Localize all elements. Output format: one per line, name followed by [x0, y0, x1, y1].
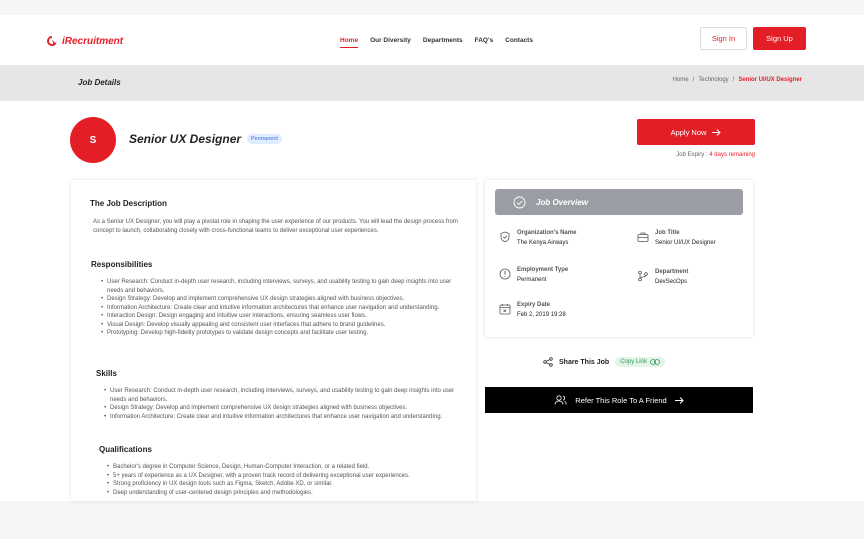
- employment-badge: Permanent: [247, 134, 282, 144]
- job-overview-header: Job Overview: [495, 189, 743, 215]
- job-overview-card: Job Overview Organization's Name The Ken…: [485, 180, 753, 337]
- list-item: User Research: Conduct in-depth user res…: [104, 387, 466, 404]
- arrow-right-icon: [674, 396, 684, 404]
- calendar-icon: [499, 304, 511, 315]
- job-title-label: Job Title: [655, 230, 680, 236]
- list-item: Interaction Design: Design engaging and …: [101, 312, 466, 321]
- link-icon: [649, 359, 660, 365]
- copy-link-label: Copy Link: [620, 359, 647, 365]
- overview-expiry-date: Expiry Date Feb 2, 2019 19:28: [499, 302, 566, 318]
- list-item: User Research: Conduct in-depth user res…: [101, 278, 466, 295]
- employment-type-value: Permanent: [517, 277, 547, 283]
- qualifications-list: Bachelor's degree in Computer Science, D…: [107, 463, 469, 497]
- job-description-heading: The Job Description: [90, 199, 167, 208]
- arrow-right-icon: [712, 128, 722, 136]
- footer-strip: [0, 501, 864, 539]
- employment-type-label: Employment Type: [517, 267, 569, 273]
- sign-in-button[interactable]: Sign In: [700, 27, 747, 50]
- nav-departments[interactable]: Departments: [423, 37, 463, 48]
- nav-our-diversity[interactable]: Our Diversity: [370, 37, 411, 48]
- list-item: Strong proficiency in UX design tools su…: [107, 480, 469, 489]
- overview-organization: Organization's Name The Kenya Airways: [499, 230, 576, 246]
- breadcrumb-home[interactable]: Home: [673, 77, 689, 83]
- share-icon[interactable]: [543, 357, 553, 367]
- apply-now-button[interactable]: Apply Now: [637, 119, 755, 145]
- overview-job-title: Job Title Senior UI/UX Designer: [637, 230, 716, 246]
- share-job: Share This Job Copy Link: [543, 357, 665, 367]
- list-item: Deep understanding of user-centered desi…: [107, 489, 469, 498]
- list-item: Information Architecture: Create clear a…: [101, 304, 466, 313]
- share-job-label: Share This Job: [559, 358, 610, 366]
- apply-now-label: Apply Now: [670, 127, 707, 137]
- company-avatar: S: [70, 117, 116, 163]
- list-item: Bachelor's degree in Computer Science, D…: [107, 463, 469, 472]
- breadcrumb-separator: /: [692, 77, 695, 83]
- breadcrumb-current: Senior UI/UX Designer: [738, 77, 802, 83]
- job-overview-heading: Job Overview: [536, 197, 589, 207]
- top-navbar: iRecruitment Home Our Diversity Departme…: [0, 15, 864, 65]
- organization-value: The Kenya Airways: [517, 240, 569, 246]
- list-item: Design Strategy: Develop and implement c…: [101, 295, 466, 304]
- nav-contacts[interactable]: Contacts: [505, 37, 533, 48]
- breadcrumb-technology[interactable]: Technology: [698, 77, 728, 83]
- refer-friend-label: Refer This Role To A Friend: [575, 395, 667, 405]
- list-item: 5+ years of experience as a UX Designer,…: [107, 472, 469, 481]
- badge-check-icon: [513, 196, 526, 208]
- job-expiry-label: Job Expiry :: [676, 152, 708, 158]
- department-label: Department: [655, 269, 689, 275]
- overview-employment-type: Employment Type Permanent: [499, 267, 568, 283]
- breadcrumb-separator: /: [732, 77, 735, 83]
- responsibilities-list: User Research: Conduct in-depth user res…: [101, 278, 466, 338]
- skills-heading: Skills: [96, 369, 117, 378]
- page-title-bar: Job Details Home / Technology / Senior U…: [0, 65, 864, 101]
- overview-department: Department DevSecOps: [637, 269, 688, 285]
- sign-up-button[interactable]: Sign Up: [753, 27, 806, 50]
- alert-circle-icon: [499, 268, 511, 280]
- shield-check-icon: [500, 231, 510, 243]
- list-item: Design Strategy: Develop and implement c…: [104, 404, 466, 413]
- department-value: DevSecOps: [655, 279, 688, 285]
- nav-home[interactable]: Home: [340, 37, 359, 48]
- page: iRecruitment Home Our Diversity Departme…: [0, 0, 864, 539]
- list-item: Visual Design: Develop visually appealin…: [101, 321, 466, 330]
- skills-list: User Research: Conduct in-depth user res…: [104, 387, 466, 421]
- users-icon: [554, 395, 567, 405]
- copy-link-button[interactable]: Copy Link: [615, 357, 665, 367]
- logo-text: iRecruitment: [62, 35, 124, 47]
- list-item: Information Architecture: Create clear a…: [104, 413, 466, 422]
- git-branch-icon: [638, 270, 648, 282]
- logo-icon: [47, 36, 57, 46]
- job-expiry-remaining: 4 days remaining: [709, 152, 755, 158]
- list-item: Prototyping: Develop high-fidelity proto…: [101, 329, 466, 338]
- job-expiry: Job Expiry : 4 days remaining: [676, 152, 755, 158]
- page-title: Job Details: [78, 78, 121, 87]
- job-description-text: As a Senior UX Designer, you will play a…: [93, 219, 458, 234]
- job-description-card: The Job Description As a Senior UX Desig…: [71, 180, 476, 501]
- expiry-date-value: Feb 2, 2019 19:28: [517, 312, 566, 318]
- job-title: Senior UX Designer: [129, 132, 242, 146]
- nav-faqs[interactable]: FAQ's: [475, 37, 494, 48]
- organization-label: Organization's Name: [517, 230, 577, 236]
- breadcrumb: Home / Technology / Senior UI/UX Designe…: [673, 77, 802, 83]
- briefcase-icon: [637, 232, 649, 242]
- brand-logo[interactable]: iRecruitment: [46, 35, 123, 47]
- main-nav: Home Our Diversity Departments FAQ's Con…: [340, 37, 533, 48]
- responsibilities-heading: Responsibilities: [91, 260, 153, 269]
- job-title-value: Senior UI/UX Designer: [655, 240, 716, 246]
- refer-friend-button[interactable]: Refer This Role To A Friend: [485, 387, 753, 413]
- expiry-date-label: Expiry Date: [517, 302, 551, 308]
- qualifications-heading: Qualifications: [99, 445, 152, 454]
